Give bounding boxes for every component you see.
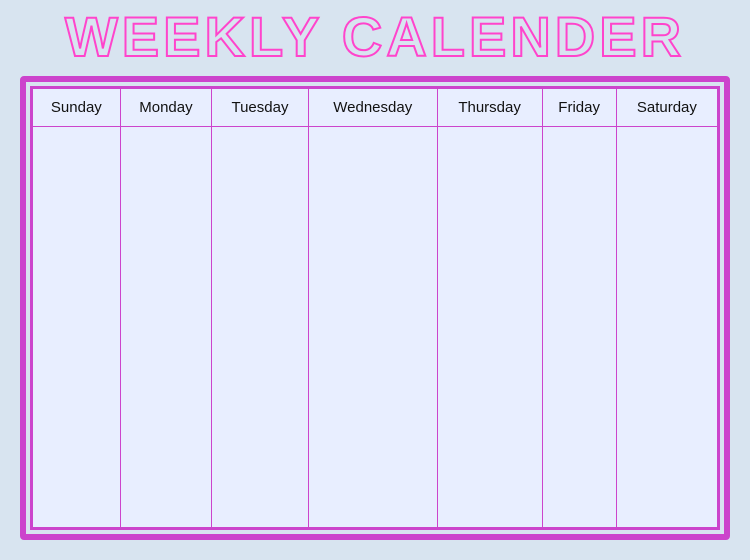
day-cell-monday[interactable]: [120, 126, 211, 527]
calendar-outer-border: SundayMondayTuesdayWednesdayThursdayFrid…: [20, 76, 730, 540]
day-cell-saturday[interactable]: [616, 126, 717, 527]
day-header-tuesday: Tuesday: [212, 88, 309, 126]
day-header-friday: Friday: [542, 88, 616, 126]
day-cell-tuesday[interactable]: [212, 126, 309, 527]
day-cell-thursday[interactable]: [437, 126, 542, 527]
day-header-thursday: Thursday: [437, 88, 542, 126]
calendar-table: SundayMondayTuesdayWednesdayThursdayFrid…: [32, 88, 718, 528]
day-header-sunday: Sunday: [33, 88, 121, 126]
day-cell-friday[interactable]: [542, 126, 616, 527]
day-cell-sunday[interactable]: [33, 126, 121, 527]
days-header-row: SundayMondayTuesdayWednesdayThursdayFrid…: [33, 88, 718, 126]
day-header-wednesday: Wednesday: [308, 88, 437, 126]
day-cell-wednesday[interactable]: [308, 126, 437, 527]
page-title: WEEKLY CALENDER: [65, 6, 685, 68]
day-header-saturday: Saturday: [616, 88, 717, 126]
calendar-inner-border: SundayMondayTuesdayWednesdayThursdayFrid…: [30, 86, 720, 530]
calendar-content-row: [33, 126, 718, 527]
day-header-monday: Monday: [120, 88, 211, 126]
